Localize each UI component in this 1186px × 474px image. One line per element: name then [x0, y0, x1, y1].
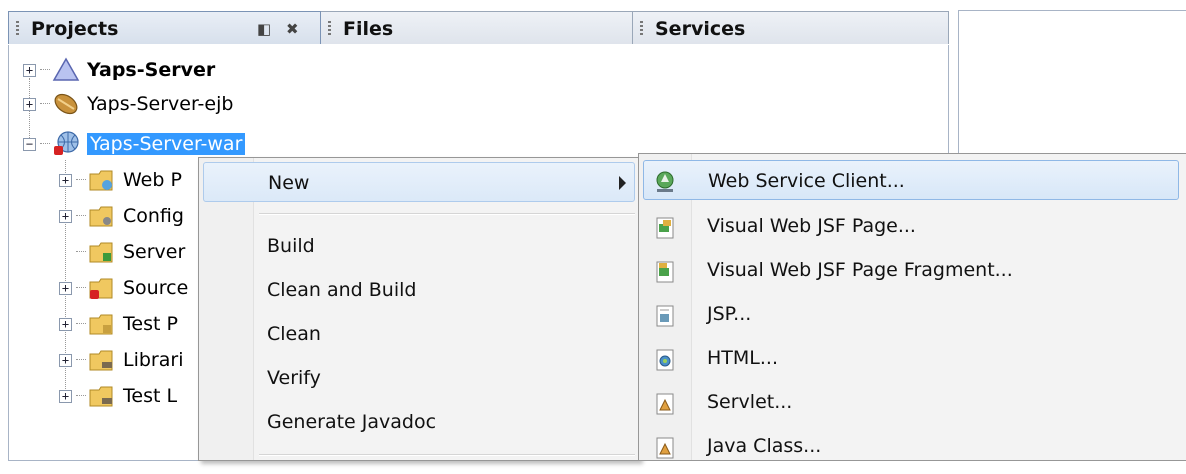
tree-node-libraries[interactable]: + Librari — [59, 343, 183, 377]
menu-item-label: Verify — [267, 367, 321, 389]
submenu-item-label: Servlet... — [707, 391, 793, 413]
test-packages-folder-icon — [88, 310, 116, 338]
jsf-page-icon — [653, 214, 677, 239]
tree-label: Yaps-Server-ejb — [87, 93, 234, 115]
submenu-item-web-service-client[interactable]: Web Service Client... — [643, 160, 1179, 200]
submenu-item-label: JSP... — [707, 303, 752, 325]
web-service-client-icon — [653, 168, 677, 192]
expand-icon[interactable]: + — [59, 173, 72, 187]
tree-node-source[interactable]: + Source — [59, 271, 188, 305]
submenu-item-label: Java Class... — [707, 435, 822, 457]
tree-label: Config — [123, 205, 184, 227]
test-libraries-folder-icon — [88, 382, 116, 410]
expand-icon[interactable]: + — [59, 209, 72, 223]
server-folder-icon — [88, 238, 116, 266]
submenu-arrow-icon — [619, 176, 626, 190]
web-pages-folder-icon — [88, 166, 116, 194]
submenu-item-jsf-fragment[interactable]: Visual Web JSF Page Fragment... — [643, 250, 1179, 290]
expand-icon[interactable]: + — [59, 353, 72, 367]
menu-item-label: Clean — [267, 323, 321, 345]
expand-icon[interactable]: + — [59, 317, 72, 331]
menu-item-build[interactable]: Build — [203, 226, 635, 266]
servlet-icon — [653, 390, 677, 415]
menu-item-verify[interactable]: Verify — [203, 358, 635, 398]
tree-label: Test P — [123, 313, 178, 335]
tab-files[interactable]: Files — [321, 11, 633, 44]
java-class-icon — [653, 434, 677, 459]
tree-node-web-pages[interactable]: + Web P — [59, 163, 182, 197]
tree-node-yaps-server-ejb[interactable]: + Yaps-Server-ejb — [23, 87, 233, 121]
tree-node-yaps-server[interactable]: + Yaps-Server — [23, 53, 215, 87]
menu-item-label: Build — [267, 235, 315, 257]
tree-label: Librari — [123, 349, 184, 371]
tab-files-label: Files — [343, 18, 394, 40]
drag-grip-icon — [16, 21, 19, 37]
tree-label: Web P — [123, 169, 182, 191]
tab-services-label: Services — [655, 18, 746, 40]
tree-label: Test L — [123, 385, 178, 407]
tree-node-test-libraries[interactable]: + Test L — [59, 379, 177, 413]
submenu-item-label: Web Service Client... — [708, 170, 905, 192]
expand-icon[interactable]: + — [59, 281, 72, 295]
submenu-item-label: Visual Web JSF Page Fragment... — [707, 259, 1013, 281]
tab-projects-label: Projects — [31, 18, 119, 40]
drag-grip-icon — [640, 21, 643, 37]
jsp-file-icon — [653, 302, 677, 327]
minimize-window-icon[interactable]: ◧ — [257, 12, 271, 46]
submenu-item-jsp[interactable]: JSP... — [643, 294, 1179, 334]
submenu-item-java-class[interactable]: Java Class... — [643, 426, 1179, 466]
libraries-folder-icon — [88, 346, 116, 374]
config-folder-icon — [88, 202, 116, 230]
menu-item-generate-javadoc[interactable]: Generate Javadoc — [203, 402, 635, 442]
tab-strip: Projects ◧ ✖ Files Services — [8, 11, 949, 45]
tab-projects[interactable]: Projects ◧ ✖ — [8, 11, 321, 44]
menu-item-clean[interactable]: Clean — [203, 314, 635, 354]
submenu-item-servlet[interactable]: Servlet... — [643, 382, 1179, 422]
tree-node-config[interactable]: + Config — [59, 199, 184, 233]
tree-label: Server — [123, 241, 186, 263]
tree-label: Yaps-Server-war — [87, 133, 246, 155]
tree-node-yaps-server-war[interactable]: − Yaps-Server-war — [23, 127, 246, 161]
menu-item-label: Clean and Build — [267, 279, 417, 301]
context-menu: New Build Clean and Build Clean Verify G… — [198, 157, 640, 461]
expand-icon[interactable]: + — [23, 63, 36, 77]
close-tab-icon[interactable]: ✖ — [286, 12, 299, 46]
menu-item-new[interactable]: New — [203, 162, 635, 202]
web-app-icon — [52, 130, 80, 158]
ejb-bean-icon — [52, 90, 80, 118]
tree-node-test-packages[interactable]: + Test P — [59, 307, 178, 341]
tab-services[interactable]: Services — [633, 11, 949, 44]
collapse-icon[interactable]: − — [23, 137, 36, 151]
tree-label: Source — [123, 277, 189, 299]
submenu-item-jsf-page[interactable]: Visual Web JSF Page... — [643, 206, 1179, 246]
menu-item-clean-and-build[interactable]: Clean and Build — [203, 270, 635, 310]
tree-label: Yaps-Server — [87, 59, 216, 81]
menu-item-label: New — [268, 172, 310, 194]
submenu-item-label: HTML... — [707, 347, 778, 369]
expand-icon[interactable]: + — [23, 97, 36, 111]
html-file-icon — [653, 346, 677, 371]
enterprise-app-icon — [52, 56, 80, 84]
source-folder-icon — [88, 274, 116, 302]
submenu-item-html[interactable]: HTML... — [643, 338, 1179, 378]
new-submenu: Web Service Client... Visual Web JSF Pag… — [638, 153, 1186, 461]
tree-node-server[interactable]: Server — [59, 235, 185, 269]
jsf-fragment-icon — [653, 258, 677, 283]
expand-icon[interactable]: + — [59, 389, 72, 403]
menu-item-label: Generate Javadoc — [267, 411, 437, 433]
drag-grip-icon — [328, 21, 331, 37]
submenu-item-label: Visual Web JSF Page... — [707, 215, 916, 237]
